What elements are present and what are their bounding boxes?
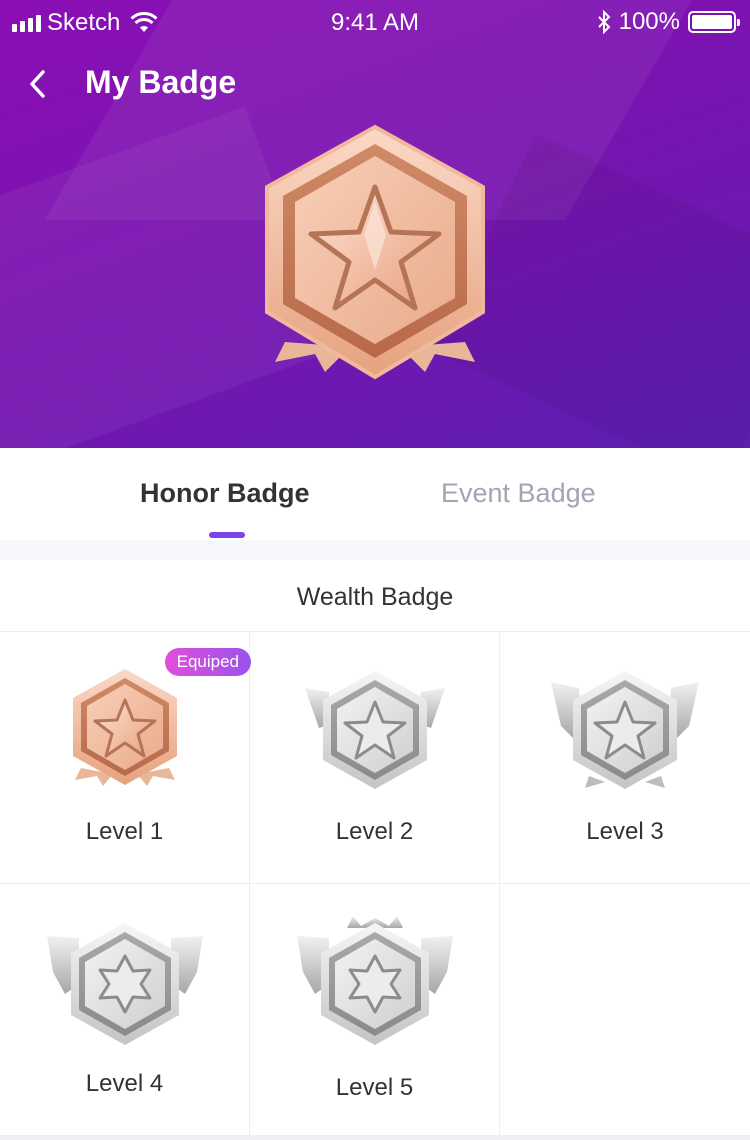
empty-grid-cell [500,884,750,1136]
battery-percent: 100% [618,8,680,35]
silver-winged-badge-icon [551,671,699,789]
battery-icon [688,11,740,33]
tab-honor-badge[interactable]: Honor Badge [140,478,310,509]
bronze-badge-icon [265,124,485,380]
badge-item-level-1[interactable]: Equiped Level 1 [0,632,251,884]
chevron-left-icon [30,70,45,98]
header-banner: Sketch 9:41 AM 100% My Badge [0,0,750,448]
back-button[interactable] [18,62,58,106]
bronze-badge-icon [72,669,177,786]
silver-winged-star6-badge-icon [46,923,203,1045]
badge-level-label: Level 1 [85,818,164,845]
tab-bar: Honor Badge Event Badge [0,448,750,540]
section-title: Wealth Badge [0,560,750,632]
badge-item-level-2[interactable]: Level 2 [250,632,500,884]
nav-bar: My Badge [0,56,750,112]
badge-level-label: Level 4 [85,1070,164,1097]
wealth-badge-section: Wealth Badge Equiped Level 1 Level 2 Lev… [0,560,750,1140]
badge-grid: Equiped Level 1 Level 2 Level 3 Level 4 … [0,632,750,1136]
page-title: My Badge [85,64,237,100]
silver-badge-icon [304,671,445,789]
badge-level-label: Level 5 [335,1074,414,1101]
badge-level-label: Level 3 [586,818,664,845]
badge-level-label: Level 2 [335,818,414,845]
status-bar: Sketch 9:41 AM 100% [0,0,750,44]
tab-active-indicator [209,532,245,538]
bottom-divider [0,1136,750,1140]
badge-item-level-3[interactable]: Level 3 [500,632,750,884]
bluetooth-icon [597,10,611,34]
silver-crowned-star6-badge-icon [296,916,453,1045]
badge-item-level-4[interactable]: Level 4 [0,884,250,1136]
tab-event-badge[interactable]: Event Badge [441,478,596,509]
equiped-tag: Equiped [164,648,251,676]
badge-item-level-5[interactable]: Level 5 [250,884,500,1136]
